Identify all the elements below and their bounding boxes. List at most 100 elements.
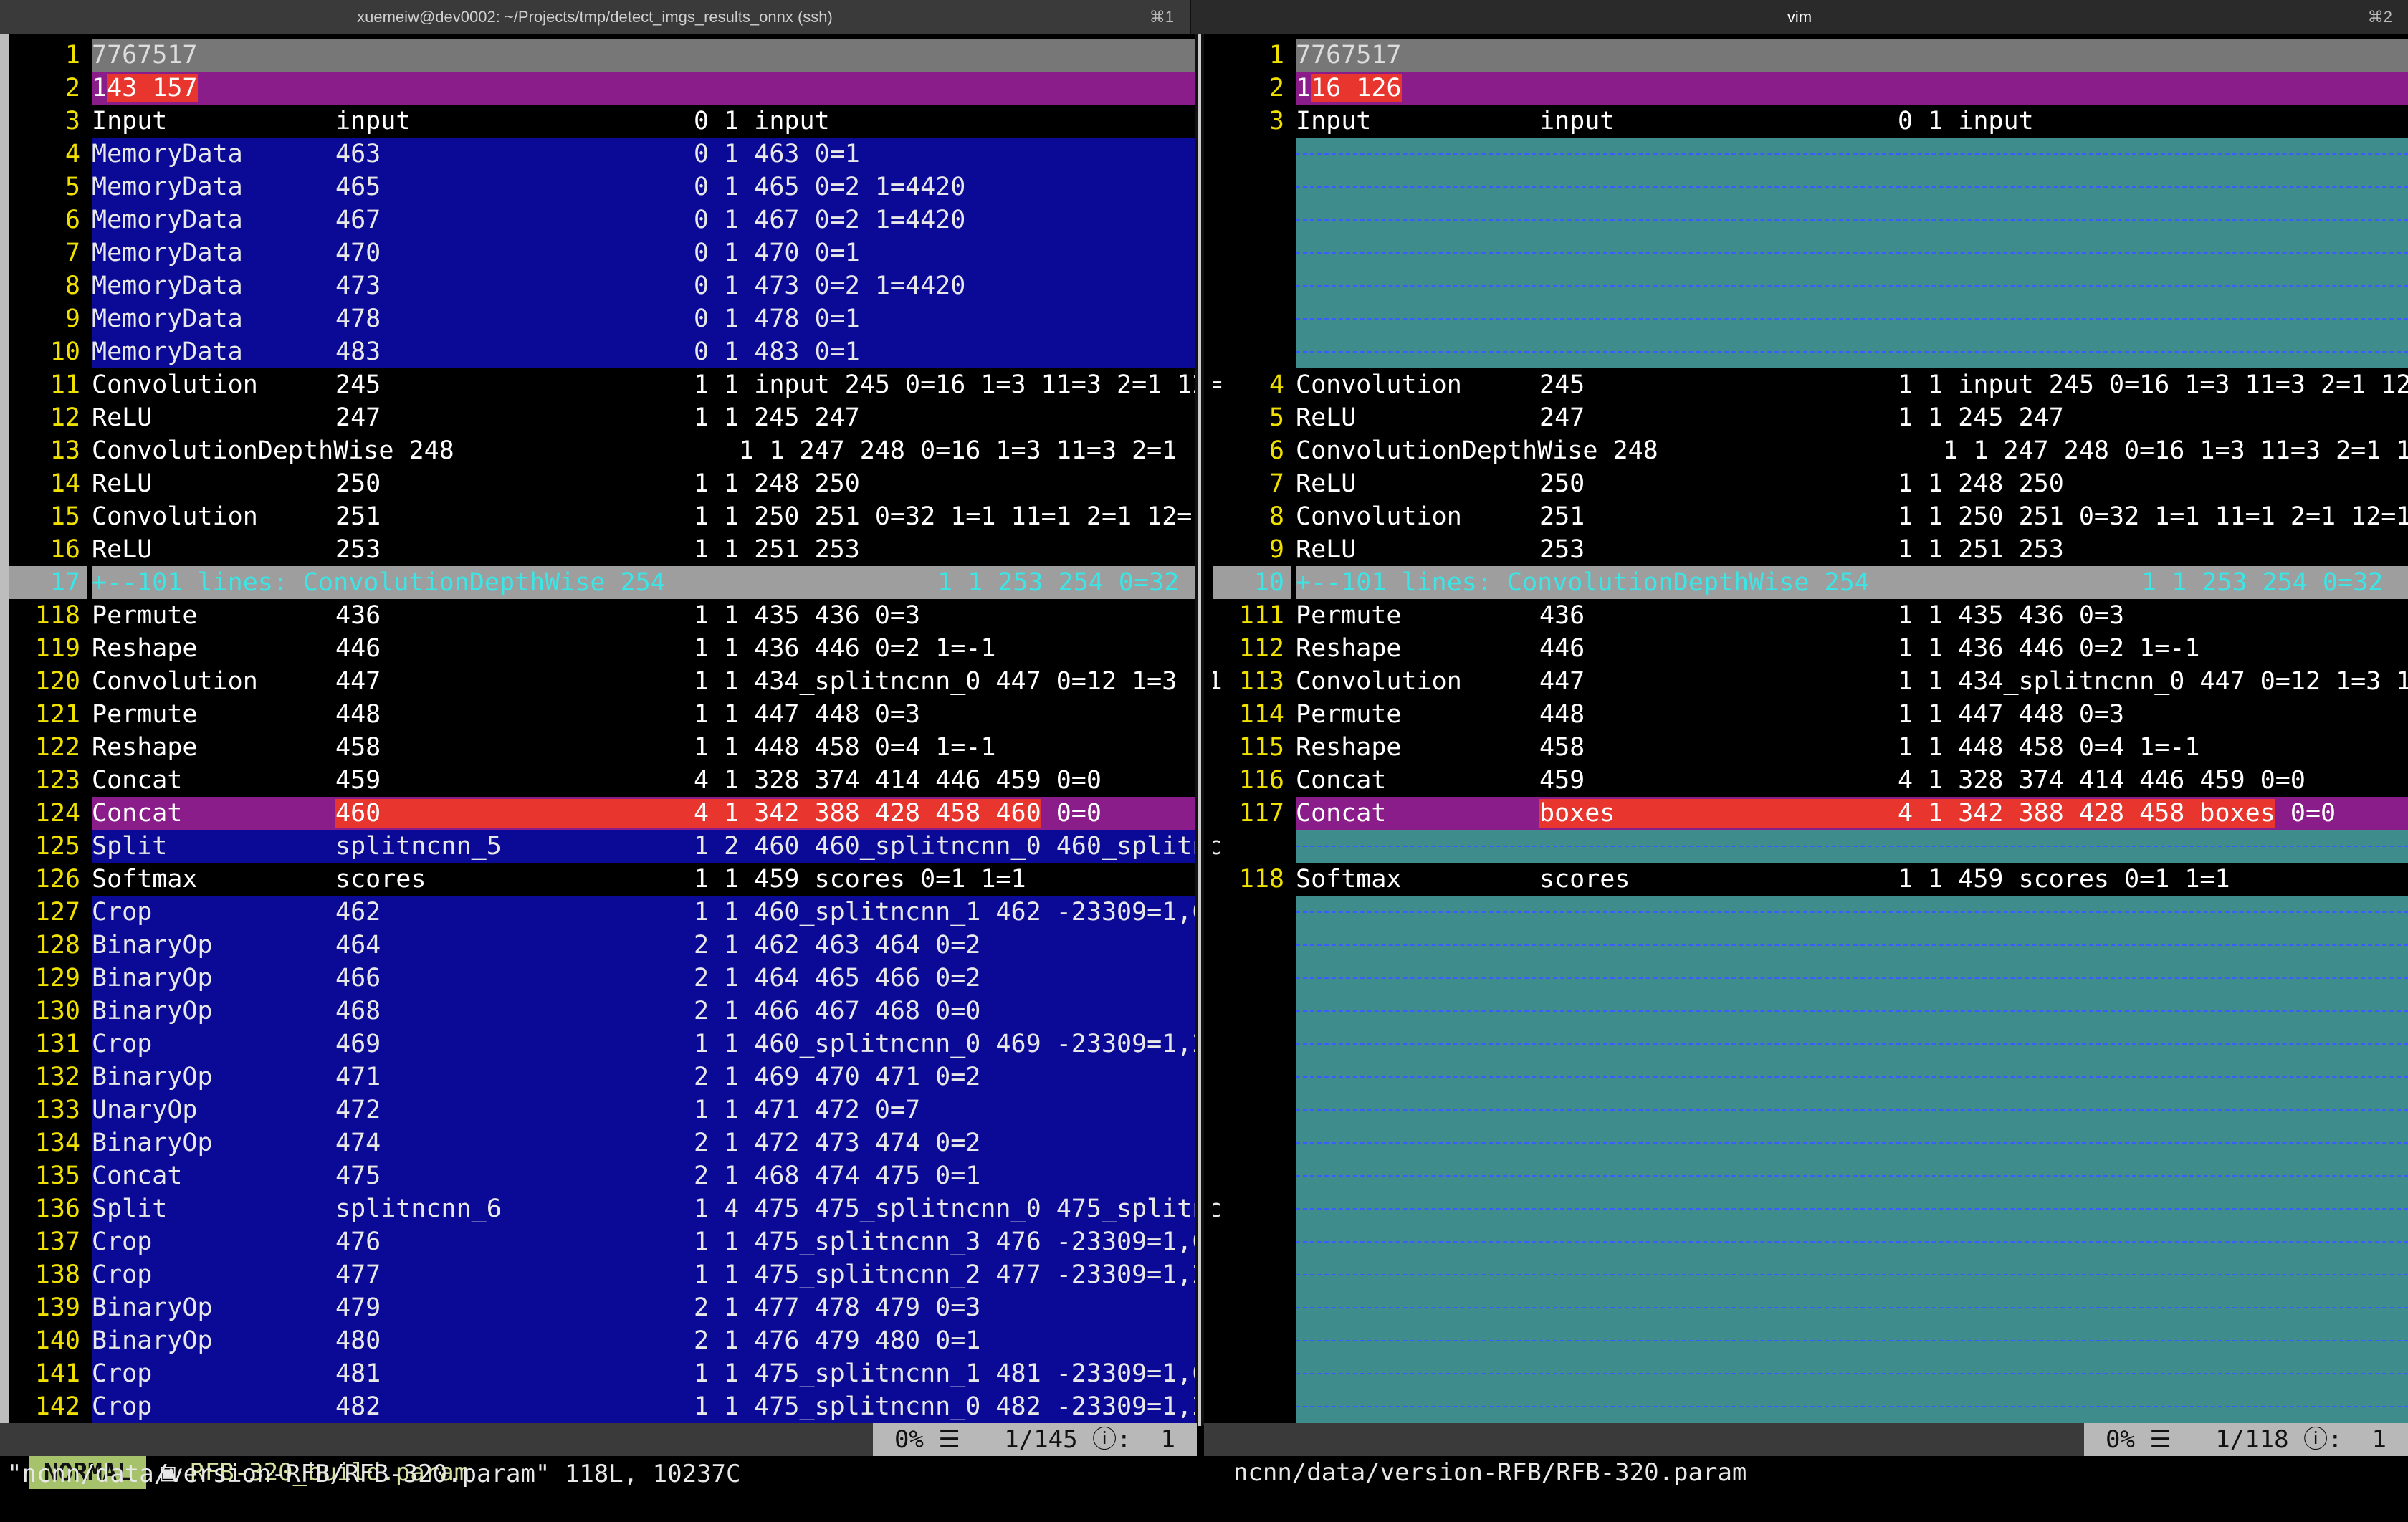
text-line[interactable]: Permute 436 1 1 435 436 0=3 <box>1296 599 2408 632</box>
line-number: 13 <box>49 436 80 465</box>
text-line[interactable]: MemoryData 463 0 1 463 0=1 <box>92 138 1195 171</box>
text-line[interactable]: Crop 476 1 1 475_splitncnn_3 476 -23309=1,… <box>92 1225 1207 1258</box>
diff-filler-line[interactable] <box>1296 1159 2408 1192</box>
text-line[interactable]: Permute 436 1 1 435 436 0=3 <box>92 599 1195 632</box>
diff-filler-line[interactable] <box>1296 896 2408 929</box>
diff-filler-line[interactable] <box>1296 1357 2408 1390</box>
text-line[interactable]: BinaryOp 471 2 1 469 470 471 0=2 <box>92 1061 1195 1093</box>
text-line[interactable]: Concat 460 4 1 342 388 428 458 460 0=0 <box>92 797 1195 830</box>
text-line[interactable]: Concat 475 2 1 468 474 475 0=1 <box>92 1159 1195 1192</box>
text-line[interactable]: Concat boxes 4 1 342 388 428 458 boxes 0=0 <box>1296 797 2408 830</box>
text-line[interactable]: Split splitncnn_6 1 4 475 475_splitncnn_0 … <box>92 1192 1223 1225</box>
text-line[interactable]: Crop 462 1 1 460_splitncnn_1 462 -23309=1,… <box>92 896 1207 929</box>
buffer-text[interactable]: 7767517 143 157 Input input 0 1 input MemoryD… <box>92 39 1223 1423</box>
text-line[interactable]: 7767517 <box>1296 39 2408 72</box>
text-line[interactable]: Reshape 458 1 1 448 458 0=4 1=-1 <box>1296 731 2408 764</box>
diff-filler-line[interactable] <box>1296 138 2408 171</box>
text-line[interactable]: ReLU 247 1 1 245 247 <box>92 401 1195 434</box>
text-line[interactable]: MemoryData 470 0 1 470 0=1 <box>92 236 1195 269</box>
diff-filler-line[interactable] <box>1296 1028 2408 1061</box>
diff-filler-line[interactable] <box>1296 995 2408 1028</box>
vim-window-left[interactable]: 1 2 3 4 5 6 7 8 9 10 11 12 13 14 15 16 17 118 119 120 121 122… <box>0 34 1223 1426</box>
diff-filler-line[interactable] <box>1296 929 2408 962</box>
diff-filler-line[interactable] <box>1296 236 2408 269</box>
text-line[interactable]: Input input 0 1 input <box>92 105 1195 138</box>
line-number: 123 <box>34 766 80 795</box>
line-number: 134 <box>34 1129 80 1157</box>
fold-line[interactable]: +--101 lines: ConvolutionDepthWise 254 1… <box>1296 566 2408 599</box>
text-line[interactable]: UnaryOp 472 1 1 471 472 0=7 <box>92 1093 1195 1126</box>
line-number <box>1213 830 1291 863</box>
text-line[interactable]: BinaryOp 466 2 1 464 465 466 0=2 <box>92 962 1195 995</box>
text-line[interactable]: ConvolutionDepthWise 248 1 1 247 248 0=1… <box>1296 434 2408 467</box>
text-line[interactable]: BinaryOp 464 2 1 462 463 464 0=2 <box>92 929 1195 962</box>
text-line[interactable]: ReLU 253 1 1 251 253 <box>92 533 1195 566</box>
diff-filler-line[interactable] <box>1296 1291 2408 1324</box>
text-line[interactable]: Permute 448 1 1 447 448 0=3 <box>1296 698 2408 731</box>
text-line[interactable]: 143 157 <box>92 72 1195 105</box>
text-line[interactable]: Input input 0 1 input <box>1296 105 2408 138</box>
text-line[interactable]: Convolution 245 1 1 input 245 0=16 1=3 11=… <box>1296 368 2408 401</box>
text-line[interactable]: Crop 469 1 1 460_splitncnn_0 469 -23309=1,… <box>92 1028 1207 1061</box>
buffer-text[interactable]: 7767517 116 126 Input input 0 1 input Convolu… <box>1296 39 2408 1423</box>
line-number <box>1213 204 1291 236</box>
text-line[interactable]: Softmax scores 1 1 459 scores 0=1 1=1 <box>92 863 1195 896</box>
text-line[interactable]: Crop 481 1 1 475_splitncnn_1 481 -23309=1,… <box>92 1357 1207 1390</box>
diff-filler-line[interactable] <box>1296 1126 2408 1159</box>
text-line[interactable]: ReLU 250 1 1 248 250 <box>1296 467 2408 500</box>
diff-filler-line[interactable] <box>1296 830 2408 863</box>
text-line[interactable]: MemoryData 483 0 1 483 0=1 <box>92 335 1195 368</box>
text-line[interactable]: ReLU 247 1 1 245 247 <box>1296 401 2408 434</box>
diff-filler-line[interactable] <box>1296 171 2408 204</box>
diff-filler-line[interactable] <box>1296 269 2408 302</box>
diff-filler-line[interactable] <box>1296 1061 2408 1093</box>
text-line[interactable]: BinaryOp 468 2 1 466 467 468 0=0 <box>92 995 1195 1028</box>
text-line[interactable]: Reshape 446 1 1 436 446 0=2 1=-1 <box>1296 632 2408 665</box>
diff-filler-line[interactable] <box>1296 1225 2408 1258</box>
diff-filler-line[interactable] <box>1296 1192 2408 1225</box>
text-line[interactable]: ReLU 253 1 1 251 253 <box>1296 533 2408 566</box>
text-line[interactable]: MemoryData 465 0 1 465 0=2 1=4420 <box>92 171 1195 204</box>
diff-filler-line[interactable] <box>1296 1258 2408 1291</box>
text-line[interactable]: Reshape 458 1 1 448 458 0=4 1=-1 <box>92 731 1195 764</box>
text-line[interactable]: BinaryOp 480 2 1 476 479 480 0=1 <box>92 1324 1195 1357</box>
vim-window-right[interactable]: 1 2 3 4 5 6 7 8 9 10 111 112 113 114 115 116 117 118 7767… <box>1204 34 2408 1426</box>
text-line[interactable]: BinaryOp 479 2 1 477 478 479 0=3 <box>92 1291 1195 1324</box>
fold-line[interactable]: +--101 lines: ConvolutionDepthWise 254 1… <box>92 566 1195 599</box>
diff-filler-line[interactable] <box>1296 335 2408 368</box>
text-line[interactable]: Crop 482 1 1 475_splitncnn_0 482 -23309=1,… <box>92 1390 1207 1423</box>
text-line[interactable]: Convolution 251 1 1 250 251 0=32 1=1 11=1 … <box>1296 500 2408 533</box>
text-line[interactable]: Split splitncnn_5 1 2 460 460_splitncnn_0 … <box>92 830 1223 863</box>
text-line[interactable]: ReLU 250 1 1 248 250 <box>92 467 1195 500</box>
text-line[interactable]: MemoryData 467 0 1 467 0=2 1=4420 <box>92 204 1195 236</box>
text-line[interactable]: MemoryData 478 0 1 478 0=1 <box>92 302 1195 335</box>
diff-filler-line[interactable] <box>1296 302 2408 335</box>
line-number <box>1213 236 1291 269</box>
fold-column <box>1204 34 1213 1426</box>
tab-ssh[interactable]: xuemeiw@dev0002: ~/Projects/tmp/detect_i… <box>0 0 1190 34</box>
diff-filler-line[interactable] <box>1296 962 2408 995</box>
diff-filler-line[interactable] <box>1296 1324 2408 1357</box>
text-line[interactable]: BinaryOp 474 2 1 472 473 474 0=2 <box>92 1126 1195 1159</box>
text-line[interactable]: Concat 459 4 1 328 374 414 446 459 0=0 <box>92 764 1195 797</box>
text-line[interactable]: Reshape 446 1 1 436 446 0=2 1=-1 <box>92 632 1195 665</box>
text-line[interactable]: 7767517 <box>92 39 1195 72</box>
text-line[interactable]: ConvolutionDepthWise 248 1 1 247 248 0=1… <box>92 434 1207 467</box>
text-line[interactable]: Permute 448 1 1 447 448 0=3 <box>92 698 1195 731</box>
text-line[interactable]: Convolution 245 1 1 input 245 0=16 1=3 11=… <box>92 368 1223 401</box>
text-line[interactable]: Crop 477 1 1 475_splitncnn_2 477 -23309=1,… <box>92 1258 1207 1291</box>
text-line[interactable]: Convolution 447 1 1 434_splitncnn_0 447 0=… <box>1296 665 2408 698</box>
text-line[interactable]: Convolution 447 1 1 434_splitncnn_0 447 0=… <box>92 665 1223 698</box>
line-numbers: 1 2 3 4 5 6 7 8 9 10 11 12 13 14 15 16 17 118 119 120 121 122… <box>9 39 87 1423</box>
diff-filler-line[interactable] <box>1296 1390 2408 1423</box>
tab-vim[interactable]: vim ⌘2 <box>1191 0 2408 34</box>
text-line[interactable]: Convolution 251 1 1 250 251 0=32 1=1 11=1 … <box>92 500 1207 533</box>
text-line[interactable]: MemoryData 473 0 1 473 0=2 1=4420 <box>92 269 1195 302</box>
command-line[interactable]: "ncnn/data/version-RFB/RFB-320.param" 11… <box>0 1458 741 1490</box>
diff-filler-line[interactable] <box>1296 204 2408 236</box>
text-line[interactable]: Softmax scores 1 1 459 scores 0=1 1=1 <box>1296 863 2408 896</box>
text-line[interactable]: Concat 459 4 1 328 374 414 446 459 0=0 <box>1296 764 2408 797</box>
line-number: 111 <box>1238 601 1284 630</box>
text-line[interactable]: 116 126 <box>1296 72 2408 105</box>
diff-filler-line[interactable] <box>1296 1093 2408 1126</box>
